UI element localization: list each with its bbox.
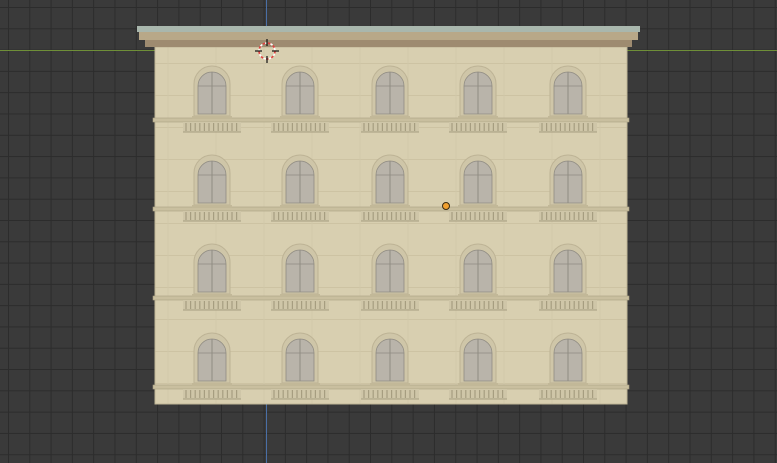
window-sill <box>548 205 588 208</box>
window-sill <box>548 294 588 297</box>
facade-group <box>137 26 640 405</box>
window-sill <box>458 205 498 208</box>
window-sill <box>370 383 410 386</box>
3d-viewport[interactable] <box>0 0 777 463</box>
window-sill <box>280 116 320 119</box>
window-sill <box>548 383 588 386</box>
building-facade-model[interactable] <box>0 0 777 463</box>
window-sill <box>280 383 320 386</box>
cornice-top <box>139 32 638 40</box>
window-sill <box>458 116 498 119</box>
window-sill <box>370 116 410 119</box>
window-sill <box>370 205 410 208</box>
roof-ledge <box>137 26 640 32</box>
window-sill <box>192 383 232 386</box>
window-sill <box>280 205 320 208</box>
window-sill <box>192 294 232 297</box>
window-sill <box>192 205 232 208</box>
3d-cursor-icon[interactable] <box>255 39 279 63</box>
window-sill <box>458 294 498 297</box>
window-sill <box>280 294 320 297</box>
object-origin-icon[interactable] <box>442 202 450 210</box>
window-sill <box>192 116 232 119</box>
window-sill <box>370 294 410 297</box>
window-sill <box>548 116 588 119</box>
cornice-bottom <box>145 40 632 47</box>
window-sill <box>458 383 498 386</box>
